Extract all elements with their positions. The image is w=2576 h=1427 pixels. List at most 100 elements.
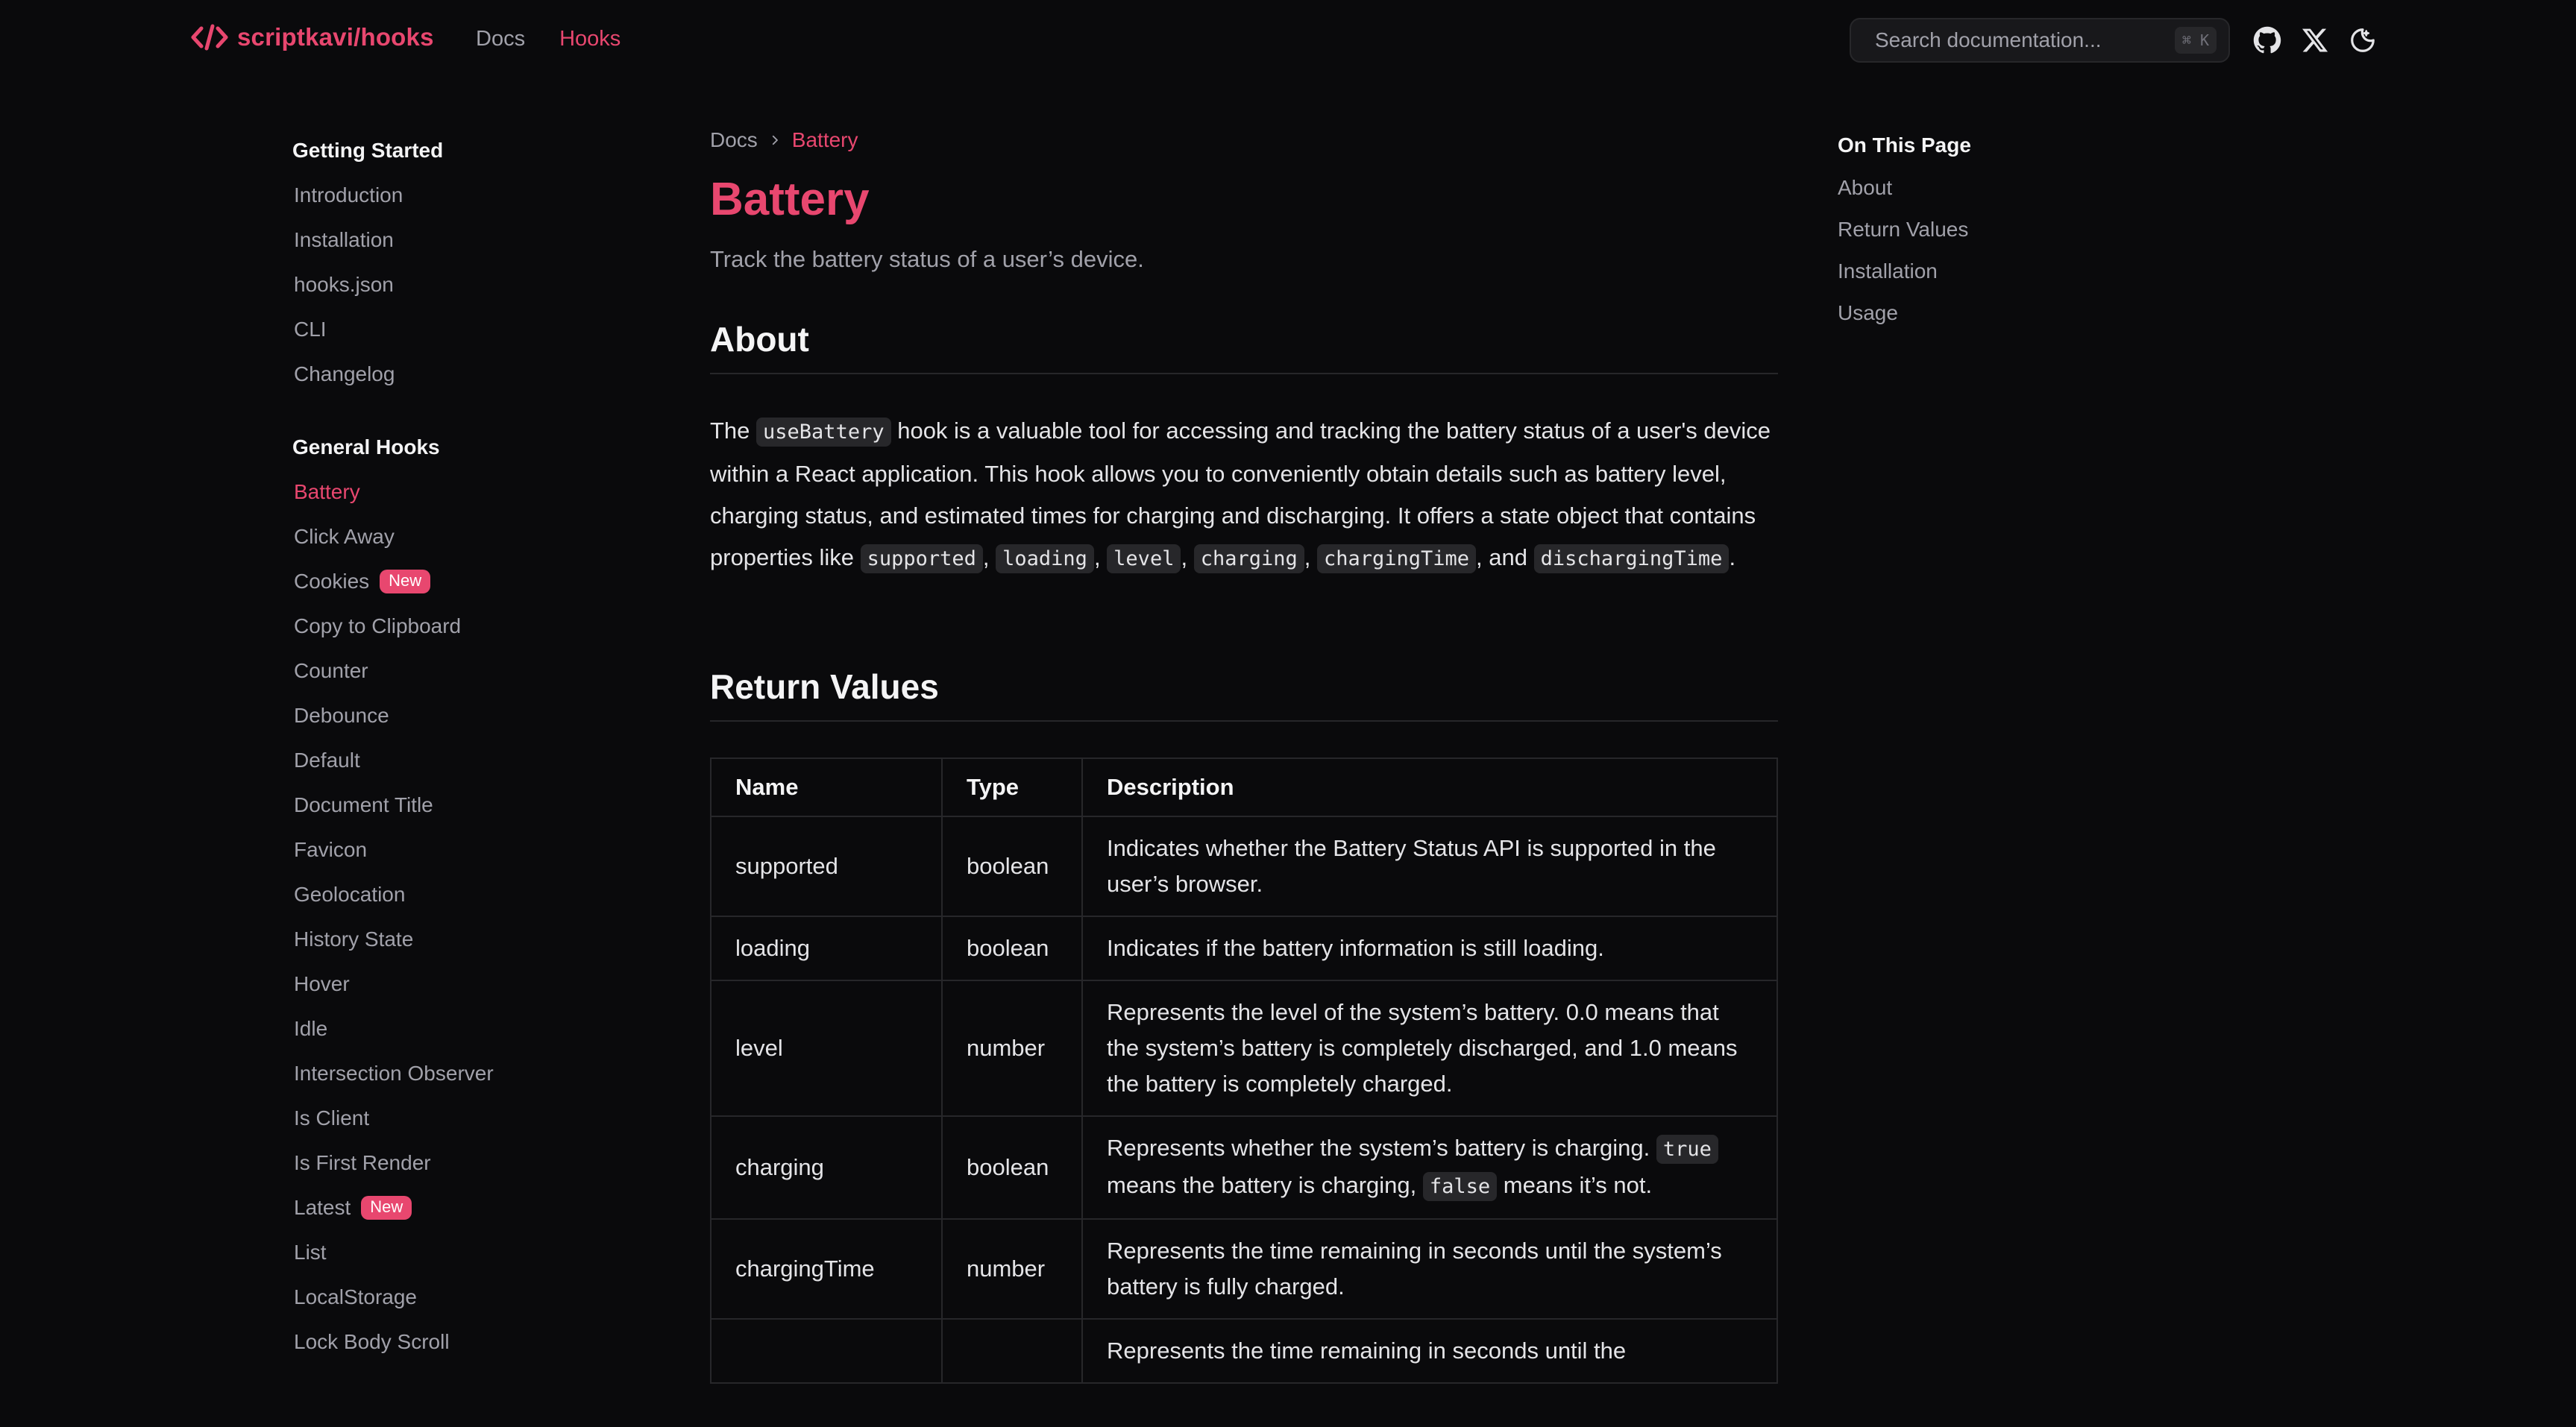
sidebar-item-list[interactable]: List [294, 1230, 606, 1275]
cell-type: boolean [941, 1115, 1083, 1220]
sidebar-item-localstorage[interactable]: LocalStorage [294, 1275, 606, 1320]
main-content: Docs Battery Battery Track the battery s… [710, 119, 1778, 1384]
sidebar-item-label: Is Client [294, 1106, 370, 1130]
sidebar-item-copy-to-clipboard[interactable]: Copy to Clipboard [294, 604, 606, 649]
sidebar-item-latest[interactable]: Latest New [294, 1185, 606, 1230]
sidebar-item-label: Intersection Observer [294, 1062, 494, 1085]
sidebar-item-hooks-json[interactable]: hooks.json [294, 262, 606, 307]
sidebar-item-document-title[interactable]: Document Title [294, 783, 606, 828]
toc-link-usage[interactable]: Usage [1838, 292, 2136, 334]
text-fragment: The [710, 418, 757, 444]
cell-description: Represents the time remaining in seconds… [1081, 1318, 1778, 1384]
sidebar-item-geolocation[interactable]: Geolocation [294, 872, 606, 917]
sidebar-item-idle[interactable]: Idle [294, 1007, 606, 1051]
sidebar-item-label: CLI [294, 318, 327, 341]
sidebar-item-cli[interactable]: CLI [294, 307, 606, 352]
sidebar-item-label: LocalStorage [294, 1285, 418, 1308]
inline-code: loading [996, 544, 1094, 573]
sidebar-item-installation[interactable]: Installation [294, 218, 606, 262]
sidebar-section-title: Getting Started [292, 139, 444, 162]
nav-link-hooks[interactable]: Hooks [559, 27, 621, 51]
text-fragment: Represents whether the system’s battery … [1107, 1135, 1656, 1161]
cell-name: loading [710, 916, 943, 981]
toc-link-return-values[interactable]: Return Values [1838, 209, 2136, 251]
section-heading-about: About [710, 319, 1778, 374]
cell-name: chargingTime [710, 1218, 943, 1320]
table-row: supported boolean Indicates whether the … [710, 816, 1778, 917]
top-nav: Docs Hooks [476, 27, 621, 51]
search-box[interactable]: ⌘ K [1850, 18, 2230, 63]
inline-code: charging [1193, 544, 1304, 573]
sidebar-item-hover[interactable]: Hover [294, 962, 606, 1007]
text-fragment: means it’s not. [1497, 1172, 1653, 1198]
sidebar-item-label: Debounce [294, 704, 389, 727]
sidebar-item-history-state[interactable]: History State [294, 917, 606, 962]
inline-code: supported [860, 544, 983, 573]
sidebar-item-lock-body-scroll[interactable]: Lock Body Scroll [294, 1320, 606, 1364]
text-fragment: means the battery is charging, [1107, 1172, 1423, 1198]
sidebar-item-battery[interactable]: Battery [294, 470, 606, 514]
sidebar-item-label: Introduction [294, 183, 403, 207]
sidebar-item-changelog[interactable]: Changelog [294, 352, 606, 397]
brand-logo-link[interactable]: scriptkavi/hooks [191, 22, 434, 52]
github-icon[interactable] [2252, 25, 2282, 55]
inline-code: useBattery [756, 418, 891, 447]
sidebar-section-general-hooks: General Hooks Battery Click Away Cookies… [292, 425, 606, 1364]
cell-type: number [941, 980, 1083, 1117]
sidebar-item-debounce[interactable]: Debounce [294, 693, 606, 738]
cell-name: charging [710, 1115, 943, 1220]
sidebar-item-label: Is First Render [294, 1151, 431, 1174]
sidebar-item-favicon[interactable]: Favicon [294, 828, 606, 872]
theme-toggle-icon[interactable] [2348, 25, 2378, 55]
cell-type [941, 1318, 1083, 1384]
search-input[interactable] [1875, 28, 2175, 52]
sidebar-item-label: Favicon [294, 838, 368, 861]
sidebar-item-label: Lock Body Scroll [294, 1330, 450, 1353]
column-header-name: Name [710, 757, 943, 817]
x-twitter-icon[interactable] [2300, 25, 2330, 55]
breadcrumb-link-docs[interactable]: Docs [710, 128, 758, 152]
sidebar-item-is-client[interactable]: Is Client [294, 1096, 606, 1141]
sidebar-item-label: hooks.json [294, 273, 394, 296]
table-row: level number Represents the level of the… [710, 980, 1778, 1117]
section-heading-return-values: Return Values [710, 667, 1778, 722]
table-row: chargingTime number Represents the time … [710, 1218, 1778, 1320]
sidebar-item-cookies[interactable]: Cookies New [294, 559, 606, 604]
sidebar-item-intersection-observer[interactable]: Intersection Observer [294, 1051, 606, 1096]
sidebar-item-label: Counter [294, 659, 368, 682]
table-row: charging boolean Represents whether the … [710, 1115, 1778, 1220]
sidebar-item-counter[interactable]: Counter [294, 649, 606, 693]
inline-code: level [1107, 544, 1181, 573]
page-subtitle: Track the battery status of a user’s dev… [710, 246, 1144, 272]
sidebar-item-label: Cookies [294, 570, 370, 593]
table-row: Represents the time remaining in seconds… [710, 1318, 1778, 1384]
sidebar-item-is-first-render[interactable]: Is First Render [294, 1141, 606, 1185]
cell-description: Indicates whether the Battery Status API… [1081, 816, 1778, 917]
sidebar-item-introduction[interactable]: Introduction [294, 173, 606, 218]
cell-name [710, 1318, 943, 1384]
cell-type: boolean [941, 816, 1083, 917]
cell-type: number [941, 1218, 1083, 1320]
text-fragment: , [1093, 544, 1108, 570]
text-fragment: , [982, 544, 996, 570]
nav-link-docs[interactable]: Docs [476, 27, 525, 51]
docs-sidebar: Getting Started Introduction Installatio… [292, 128, 606, 1393]
toc-link-installation[interactable]: Installation [1838, 251, 2136, 292]
code-brackets-icon [191, 24, 228, 51]
search-shortcut-hint: ⌘ K [2174, 27, 2217, 54]
cell-name: supported [710, 816, 943, 917]
sidebar-item-label: Document Title [294, 793, 433, 816]
cell-description: Indicates if the battery information is … [1081, 916, 1778, 981]
new-badge: New [380, 570, 431, 593]
new-badge: New [361, 1196, 412, 1220]
sidebar-item-click-away[interactable]: Click Away [294, 514, 606, 559]
sidebar-item-label: Default [294, 749, 360, 772]
chevron-right-icon [772, 135, 778, 145]
brand-name: scriptkavi/hooks [237, 23, 434, 51]
toc-link-about[interactable]: About [1838, 167, 2136, 209]
sidebar-item-label: Idle [294, 1017, 328, 1040]
sidebar-item-default[interactable]: Default [294, 738, 606, 783]
inline-code: false [1422, 1172, 1498, 1201]
sidebar-section-getting-started: Getting Started Introduction Installatio… [292, 128, 606, 397]
cell-name: level [710, 980, 943, 1117]
